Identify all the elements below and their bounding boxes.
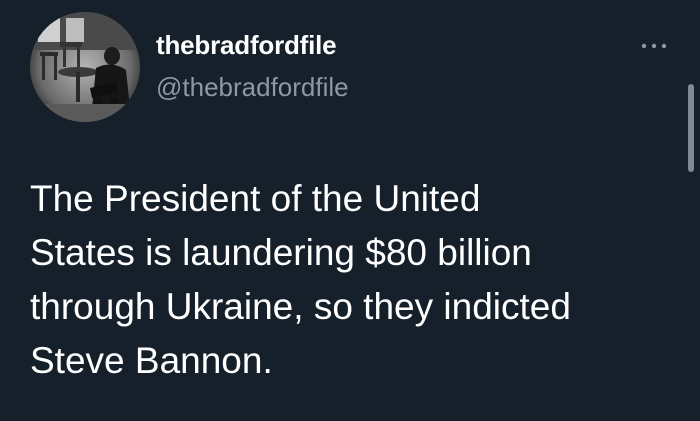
scrollbar-thumb[interactable] bbox=[688, 84, 694, 172]
tweet-text: The President of the United States is la… bbox=[30, 178, 571, 381]
scrollbar[interactable] bbox=[686, 0, 694, 421]
avatar[interactable] bbox=[30, 12, 140, 122]
avatar-photo bbox=[30, 12, 140, 122]
display-name[interactable]: thebradfordfile bbox=[156, 30, 337, 61]
more-horizontal-icon bbox=[641, 43, 667, 49]
more-options-button[interactable] bbox=[638, 34, 670, 58]
tweet: thebradfordfile @thebradfordfile The Pre… bbox=[0, 0, 700, 421]
user-handle[interactable]: @thebradfordfile bbox=[156, 72, 349, 103]
